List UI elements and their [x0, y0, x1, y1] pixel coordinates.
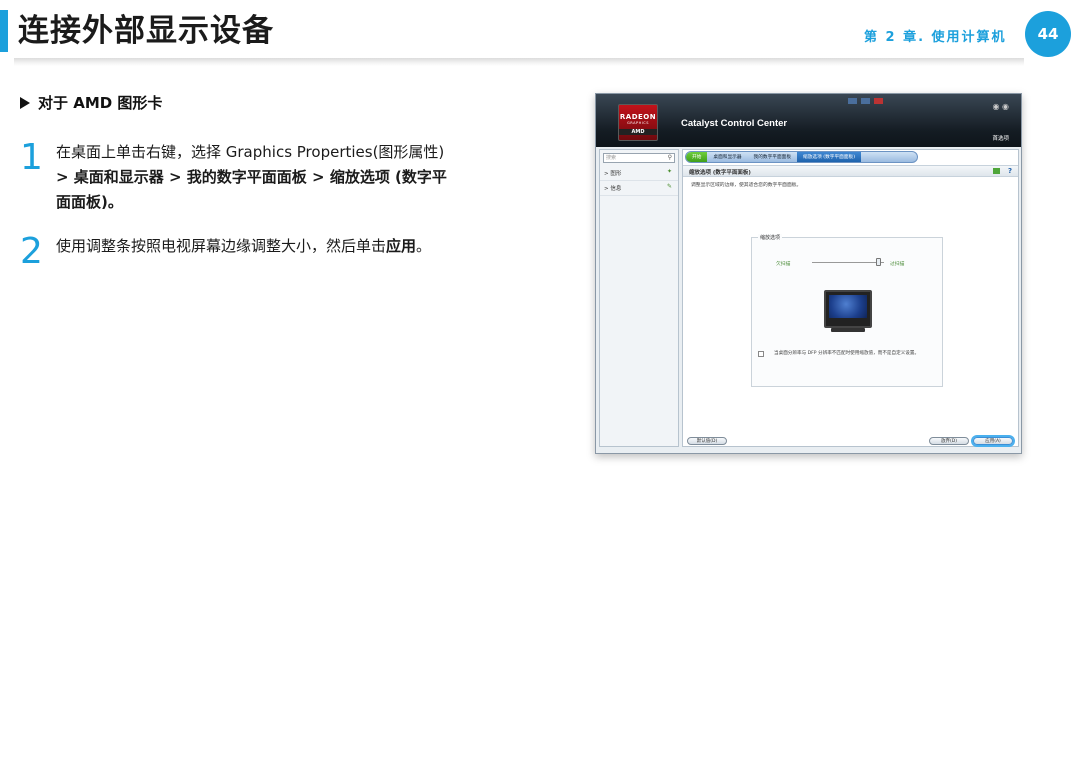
preferences-button[interactable]: 首选项	[992, 134, 1009, 142]
breadcrumb: 开始 桌面和显示器 我的数字平面面板 缩放选项 (数字平面面板)	[685, 151, 918, 163]
search-input[interactable]: 搜索 ⚲	[603, 153, 675, 163]
step-text: 使用调整条按照电视屏幕边缘调整大小，然后单击应用。	[56, 234, 556, 259]
help-icon[interactable]: ?	[1008, 167, 1012, 175]
breadcrumb-flat-panel[interactable]: 我的数字平面面板	[748, 152, 798, 162]
step-text: 在桌面上单击右键，选择 Graphics Properties(图形属性) > …	[56, 140, 556, 215]
left-panel: 搜索 ⚲ > 图形 ✦ > 信息 ✎	[599, 149, 679, 447]
page-number-badge: 44	[1025, 11, 1071, 57]
catalyst-window-screenshot: RADEON GRAPHICS AMD Catalyst Control Cen…	[595, 93, 1022, 454]
page-title: 连接外部显示设备	[18, 13, 274, 49]
triangle-bullet-icon	[20, 97, 30, 109]
maximize-icon[interactable]	[860, 97, 870, 104]
top-icons: ◉ ◉	[992, 102, 1009, 111]
panel-description: 调整显示区域的边缘，使其适合您的数字平面面板。	[691, 183, 802, 188]
header-accent-bar	[0, 10, 8, 52]
step-2-bold: 应用	[386, 237, 417, 255]
section-heading-text: 对于 AMD 图形卡	[38, 94, 163, 112]
group-label: 缩放选项	[758, 234, 783, 241]
scaling-slider-handle[interactable]	[875, 258, 881, 266]
window-header: RADEON GRAPHICS AMD Catalyst Control Cen…	[596, 94, 1021, 147]
scaling-slider-track[interactable]	[812, 262, 884, 263]
discard-button[interactable]: 放弃(D)	[929, 437, 969, 445]
monitor-stand	[831, 328, 865, 332]
step-1: 1 在桌面上单击右键，选择 Graphics Properties(图形属性) …	[20, 140, 560, 220]
step-number: 1	[20, 137, 43, 178]
slider-left-label: 欠扫描	[776, 262, 791, 267]
step-1-line-2: > 桌面和显示器 > 我的数字平面面板 > 缩放选项 (数字平	[56, 168, 447, 186]
app-title: Catalyst Control Center	[681, 118, 788, 129]
scaling-checkbox[interactable]	[758, 351, 764, 357]
step-1-line-1: 在桌面上单击右键，选择 Graphics Properties(图形属性)	[56, 143, 445, 161]
defaults-button[interactable]: 默认值(D)	[687, 437, 727, 445]
sidebar-item-info[interactable]: > 信息 ✎	[600, 181, 678, 196]
panel-title-bar: 缩放选项 (数字平面面板) ?	[683, 165, 1018, 177]
search-icon[interactable]: ⚲	[668, 154, 672, 162]
right-panel: 开始 桌面和显示器 我的数字平面面板 缩放选项 (数字平面面板) 缩放选项 (数字平面…	[682, 149, 1019, 447]
step-2: 2 使用调整条按照电视屏幕边缘调整大小，然后单击应用。	[20, 234, 560, 274]
radeon-logo: RADEON GRAPHICS AMD	[618, 104, 658, 141]
window-controls[interactable]	[846, 97, 883, 104]
header-divider	[14, 58, 1024, 66]
scaling-options-group: 缩放选项 欠扫描 过扫描 当桌面分辨率与 DFP 分辨率不匹配时使用缩放值，而不…	[751, 234, 943, 387]
breadcrumb-scaling[interactable]: 缩放选项 (数字平面面板)	[797, 152, 862, 162]
step-2-text: 使用调整条按照电视屏幕边缘调整大小，然后单击	[56, 237, 387, 255]
minimize-icon[interactable]	[848, 97, 857, 104]
step-1-line-3: 面面板)。	[56, 193, 123, 211]
pin-icon: ✦	[666, 168, 672, 175]
monitor-icon	[824, 290, 872, 328]
breadcrumb-desktop[interactable]: 桌面和显示器	[707, 152, 747, 162]
step-2-end: 。	[416, 237, 432, 255]
checkbox-label: 当桌面分辨率与 DFP 分辨率不匹配时使用缩放值，而不是自定义设置。	[774, 351, 920, 356]
slider-right-label: 过扫描	[890, 262, 905, 267]
section-heading: 对于 AMD 图形卡	[20, 92, 162, 113]
panel-title: 缩放选项 (数字平面面板)	[689, 170, 751, 176]
pin-icon[interactable]	[993, 168, 1000, 174]
step-number: 2	[20, 231, 43, 272]
apply-button[interactable]: 应用(A)	[973, 437, 1013, 445]
breadcrumb-start[interactable]: 开始	[686, 152, 708, 162]
close-icon[interactable]	[873, 97, 883, 104]
chapter-label: 第 2 章. 使用计算机	[864, 30, 1007, 45]
pencil-icon: ✎	[666, 183, 672, 190]
sidebar-item-graphics[interactable]: > 图形 ✦	[600, 166, 678, 181]
